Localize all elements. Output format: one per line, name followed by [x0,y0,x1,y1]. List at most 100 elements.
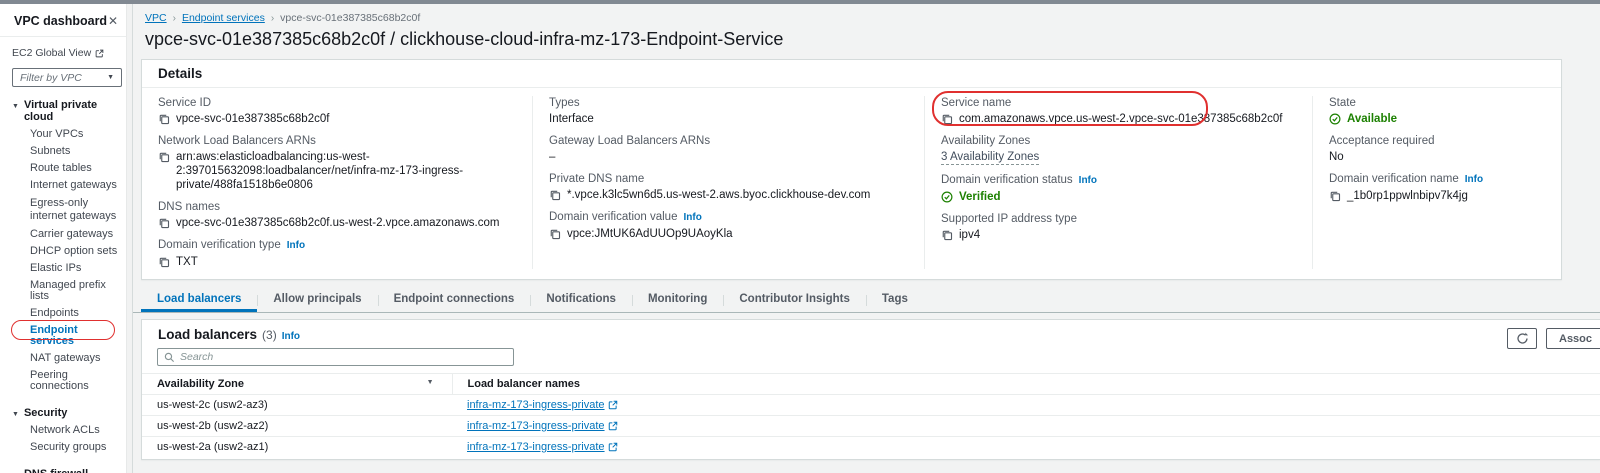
sidebar-item-carrier-gateways[interactable]: Carrier gateways [8,226,124,243]
sidebar-item-your-vpcs[interactable]: Your VPCs [8,126,124,143]
tab-monitoring[interactable]: Monitoring [632,289,723,312]
associate-button[interactable]: Assoc [1546,328,1600,349]
copy-icon[interactable] [941,229,953,241]
copy-icon[interactable] [549,189,561,201]
sidebar-item-egress-only-internet-gateways[interactable]: Egress-only internet gateways [8,194,124,226]
filter-by-vpc-select[interactable]: Filter by VPC ▼ [12,68,122,87]
field-availability-zones: Availability Zones 3 Availability Zones [941,134,1300,165]
column-header-availability-zone[interactable]: Availability Zone ▼ [142,374,452,395]
field-service-name: Service name com.amazonaws.vpce.us-west-… [941,96,1300,126]
private-dns-name-value: *.vpce.k3lc5wn6d5.us-west-2.aws.byoc.cli… [567,188,870,202]
info-link[interactable]: Info [683,211,701,225]
copy-icon[interactable] [158,151,170,163]
field-service-id: Service ID vpce-svc-01e387385c68b2c0f [158,96,520,126]
service-name-value: com.amazonaws.vpce.us-west-2.vpce-svc-01… [959,112,1282,126]
close-icon[interactable]: ✕ [108,14,118,28]
field-supported-ip-type: Supported IP address type ipv4 [941,212,1300,242]
breadcrumb-current: vpce-svc-01e387385c68b2c0f [280,12,420,24]
field-glb-arns: Gateway Load Balancers ARNs – [549,134,912,164]
sidebar-item-elastic-ips[interactable]: Elastic IPs [8,260,124,277]
external-link-icon [608,400,618,410]
sidebar-item-dhcp-option-sets[interactable]: DHCP option sets [8,243,124,260]
breadcrumb-vpc-link[interactable]: VPC [145,12,167,24]
chevron-down-icon: ▼ [107,74,114,81]
az-cell: us-west-2b (usw2-az2) [142,416,452,437]
az-cell: us-west-2c (usw2-az3) [142,395,452,416]
copy-icon[interactable] [941,113,953,125]
field-domain-verification-type: Domain verification typeInfo TXT [158,238,520,269]
field-dns-names: DNS names vpce-svc-01e387385c68b2c0f.us-… [158,200,520,230]
breadcrumb-separator-icon: › [271,13,274,24]
table-row: us-west-2c (usw2-az3) infra-mz-173-ingre… [142,395,1600,416]
sidebar-item-endpoints[interactable]: Endpoints [8,305,124,322]
sidebar-item-peering-connections[interactable]: Peering connections [8,367,124,395]
vpc-sidebar: VPC dashboard ✕ EC2 Global View Filter b… [0,4,133,473]
domain-verification-type-value: TXT [176,255,198,269]
tab-contributor-insights[interactable]: Contributor Insights [723,289,866,312]
sidebar-item-endpoint-services[interactable]: Endpoint services [8,322,124,350]
sidebar-scrollbar[interactable] [126,4,132,473]
copy-icon[interactable] [158,256,170,268]
field-domain-verification-status: Domain verification statusInfo Verified [941,173,1300,204]
load-balancers-heading: Load balancers [158,327,257,342]
copy-icon[interactable] [158,217,170,229]
sidebar-item-route-tables[interactable]: Route tables [8,160,124,177]
load-balancer-link[interactable]: infra-mz-173-ingress-private [467,441,618,453]
main-content: VPC › Endpoint services › vpce-svc-01e38… [133,4,1600,473]
column-header-load-balancer-names: Load balancer names [452,374,1600,395]
tab-allow-principals[interactable]: Allow principals [257,289,377,312]
external-link-icon [95,49,104,58]
sidebar-title: VPC dashboard [14,14,107,28]
sidebar-item-security-groups[interactable]: Security groups [8,439,124,456]
domain-verification-value-value: vpce:JMtUK6AdUUOp9UAoyKla [567,227,733,241]
external-link-icon [608,442,618,452]
nlb-arn-value: arn:aws:elasticloadbalancing:us-west-2:3… [176,150,520,192]
ec2-global-view-link[interactable]: EC2 Global View [8,47,124,59]
info-link[interactable]: Info [287,239,305,253]
field-state: State Available [1329,96,1549,126]
tab-tags[interactable]: Tags [866,289,924,312]
field-acceptance-required: Acceptance required No [1329,134,1549,164]
breadcrumb: VPC › Endpoint services › vpce-svc-01e38… [133,4,1600,24]
sidebar-section-vpc[interactable]: ▼ Virtual private cloud [8,96,124,126]
sidebar-section-dns-firewall[interactable]: ▼ DNS firewall [8,465,124,473]
field-domain-verification-name: Domain verification nameInfo _1b0rp1ppwl… [1329,172,1549,203]
copy-icon[interactable] [549,228,561,240]
external-link-icon [608,421,618,431]
load-balancer-link[interactable]: infra-mz-173-ingress-private [467,399,618,411]
service-id-value: vpce-svc-01e387385c68b2c0f [176,112,329,126]
info-link[interactable]: Info [1079,174,1097,188]
tab-notifications[interactable]: Notifications [530,289,632,312]
info-link[interactable]: Info [1465,173,1483,187]
sidebar-item-subnets[interactable]: Subnets [8,143,124,160]
refresh-button[interactable] [1507,328,1537,349]
details-panel: Details Service ID vpce-svc-01e387385c68… [141,59,1562,280]
refresh-icon [1516,332,1529,345]
supported-ip-type-value: ipv4 [959,228,980,242]
sidebar-item-network-acls[interactable]: Network ACLs [8,422,124,439]
sort-descending-icon[interactable]: ▼ [427,379,434,386]
sidebar-section-security[interactable]: ▼ Security [8,404,124,422]
info-link[interactable]: Info [282,331,300,342]
page-title: vpce-svc-01e387385c68b2c0f / clickhouse-… [145,29,1600,50]
table-row: us-west-2b (usw2-az2) infra-mz-173-ingre… [142,416,1600,437]
copy-icon[interactable] [158,113,170,125]
breadcrumb-endpoint-services-link[interactable]: Endpoint services [182,12,265,24]
search-box [157,348,514,366]
sidebar-item-managed-prefix-lists[interactable]: Managed prefix lists [8,277,124,305]
field-private-dns-name: Private DNS name *.vpce.k3lc5wn6d5.us-we… [549,172,912,202]
section-caret-icon: ▼ [12,103,19,110]
tab-load-balancers[interactable]: Load balancers [141,289,257,312]
availability-zones-link[interactable]: 3 Availability Zones [941,150,1039,165]
search-input[interactable] [180,351,507,363]
sidebar-item-internet-gateways[interactable]: Internet gateways [8,177,124,194]
sidebar-item-nat-gateways[interactable]: NAT gateways [8,350,124,367]
dns-names-value: vpce-svc-01e387385c68b2c0f.us-west-2.vpc… [176,216,499,230]
check-circle-icon [941,191,953,203]
details-heading: Details [158,66,1545,81]
tab-endpoint-connections[interactable]: Endpoint connections [378,289,531,312]
load-balancer-link[interactable]: infra-mz-173-ingress-private [467,420,618,432]
copy-icon[interactable] [1329,190,1341,202]
domain-verification-status-value: Verified [959,190,1001,204]
glb-arns-value: – [549,150,555,164]
